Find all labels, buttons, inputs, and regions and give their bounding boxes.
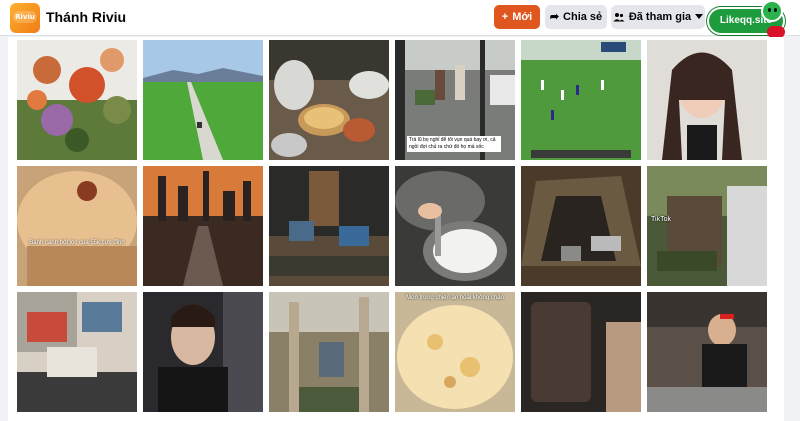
photo-dark-phone[interactable] <box>521 292 641 412</box>
people-icon <box>613 13 625 22</box>
photo-football-field[interactable] <box>521 40 641 160</box>
photo-camping-tent[interactable] <box>521 166 641 286</box>
share-button[interactable]: ➦ Chia sẻ <box>545 5 607 29</box>
photo-fried-egg[interactable]: Món trứng chiên ăn hoài không chán <box>395 292 515 412</box>
photo-flowers[interactable] <box>17 40 137 160</box>
new-post-label: Mới <box>512 11 533 23</box>
street-caption: Trả lũ bọ nghỉ để tôi vụn quá bay ơi, cả… <box>407 136 501 152</box>
photo-man-car[interactable] <box>143 292 263 412</box>
photo-noodle-soup[interactable]: Bánh canh bột lọc cua 55k cực đỉnh <box>17 166 137 286</box>
group-name[interactable]: Thánh Riviu <box>46 9 126 25</box>
egg-caption: Món trứng chiên ăn hoài không chán <box>406 295 504 301</box>
joined-button[interactable]: Đã tham gia <box>611 5 705 29</box>
photo-tiktok-video[interactable]: TikTok <box>647 166 767 286</box>
noodle-caption: Bánh canh bột lọc cua 55k cực đỉnh <box>29 240 125 246</box>
photo-outdoor-work[interactable] <box>269 292 389 412</box>
smiley-icon <box>761 0 783 22</box>
photo-rice-field[interactable] <box>143 40 263 160</box>
photo-shop-counter[interactable] <box>17 292 137 412</box>
photo-night-vendor[interactable] <box>269 166 389 286</box>
group-header-bar: Riviu Thánh Riviu + Mới ➦ Chia sẻ Đã tha… <box>0 0 800 38</box>
photo-cooking-pot[interactable] <box>395 166 515 286</box>
photo-city-sunset[interactable] <box>143 166 263 286</box>
new-post-button[interactable]: + Mới <box>494 5 540 29</box>
group-avatar-logo-icon: Riviu <box>13 11 37 23</box>
photo-woman-phone[interactable] <box>647 40 767 160</box>
scrollbar[interactable] <box>786 37 796 421</box>
plus-icon: + <box>501 10 509 23</box>
photo-street-scene[interactable]: Trả lũ bọ nghỉ để tôi vụn quá bay ơi, cả… <box>395 40 515 160</box>
photo-grid: Trả lũ bọ nghỉ để tôi vụn quá bay ơi, cả… <box>8 37 784 421</box>
share-arrow-icon: ➦ <box>549 10 560 23</box>
photo-food-table[interactable] <box>269 40 389 160</box>
group-avatar[interactable]: Riviu <box>10 3 40 33</box>
share-label: Chia sẻ <box>563 11 603 23</box>
chevron-down-icon <box>695 14 704 19</box>
photo-chef-kitchen[interactable] <box>647 292 767 412</box>
joined-label: Đã tham gia <box>628 11 692 23</box>
tiktok-watermark: TikTok <box>651 216 671 223</box>
